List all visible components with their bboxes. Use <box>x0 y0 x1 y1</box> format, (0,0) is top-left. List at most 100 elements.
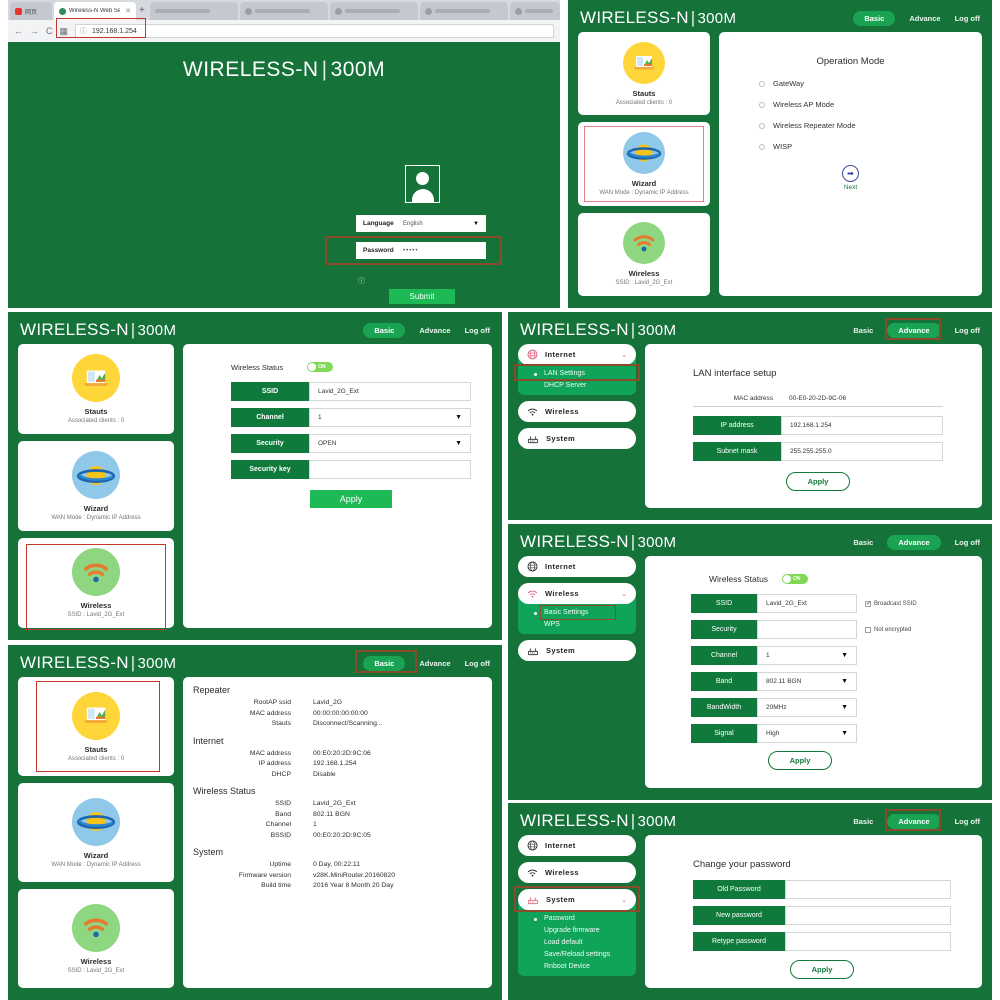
submenu-item-dhcp-server[interactable]: DHCP Server <box>518 379 636 391</box>
wireless-status-toggle[interactable]: ON <box>782 574 808 584</box>
nav-advance[interactable]: Advance <box>909 14 940 23</box>
menu-item-system[interactable]: System ⌄ <box>518 889 636 910</box>
nav-logoff[interactable]: Log off <box>955 817 980 826</box>
menu-item-internet[interactable]: Internet <box>518 835 636 856</box>
nav-advance[interactable]: Advance <box>887 323 940 338</box>
chevron-down-icon[interactable]: ⌄ <box>621 896 627 904</box>
radio-wireless-ap[interactable]: Wireless AP Mode <box>759 100 970 109</box>
back-icon[interactable]: ← <box>14 27 23 36</box>
menu-item-wireless[interactable]: Wireless <box>518 862 636 883</box>
nav-advance[interactable]: Advance <box>419 326 450 335</box>
wireless-status-toggle[interactable]: ON <box>307 362 333 372</box>
security-key-input[interactable] <box>309 460 471 479</box>
tab-inactive[interactable] <box>330 2 418 20</box>
chevron-down-icon[interactable]: ▼ <box>473 221 479 227</box>
next-button[interactable]: ➡ Next <box>731 163 970 191</box>
menu-item-system[interactable]: System <box>518 640 636 661</box>
new-password-input[interactable] <box>785 906 951 925</box>
tab-inactive[interactable] <box>420 2 508 20</box>
language-select[interactable]: Language English ▼ <box>356 215 486 232</box>
signal-select[interactable]: High▼ <box>757 724 857 743</box>
subnet-mask-input[interactable]: 255.255.255.0 <box>781 442 943 461</box>
menu-item-internet[interactable]: Internet <box>518 556 636 577</box>
nav-advance[interactable]: Advance <box>887 814 940 829</box>
nav-basic[interactable]: Basic <box>853 11 895 26</box>
ssid-input[interactable]: Lavid_2G_Ext <box>309 382 471 401</box>
menu-item-wireless[interactable]: Wireless <box>518 401 636 422</box>
submenu-item-password[interactable]: Password <box>518 912 636 924</box>
card-wizard[interactable]: Wizard WAN Mode : Dynamic IP Address <box>578 122 710 205</box>
bandwidth-select[interactable]: 20MHz▼ <box>757 698 857 717</box>
password-input[interactable]: Password ••••• <box>356 242 486 259</box>
card-wizard[interactable]: Wizard WAN Mode : Dynamic IP Address <box>18 783 174 882</box>
submenu-item-save-reload-settings[interactable]: Save/Reload settings <box>518 948 636 960</box>
tab-active[interactable]: Wireless-N Web Server ✕ <box>54 2 136 20</box>
apply-button[interactable]: Apply <box>768 751 832 770</box>
tab-pinned[interactable]: 网页 <box>10 2 52 20</box>
menu-item-wireless[interactable]: Wireless ⌄ <box>518 583 636 604</box>
chevron-down-icon[interactable]: ⌄ <box>621 590 627 598</box>
checkbox-icon[interactable] <box>865 627 871 633</box>
chevron-down-icon[interactable]: ▼ <box>455 440 462 447</box>
tab-inactive[interactable] <box>150 2 238 20</box>
radio-icon[interactable] <box>759 81 765 87</box>
tab-close-icon[interactable]: ✕ <box>125 7 131 15</box>
nav-basic[interactable]: Basic <box>853 538 873 547</box>
chevron-down-icon[interactable]: ▼ <box>841 730 848 737</box>
radio-icon[interactable] <box>759 123 765 129</box>
band-select[interactable]: 802.11 BGN▼ <box>757 672 857 691</box>
radio-icon[interactable] <box>759 102 765 108</box>
card-status[interactable]: Stauts Associated clients : 0 <box>578 32 710 115</box>
reload-icon[interactable]: C <box>46 27 53 36</box>
submenu-item-load-default[interactable]: Load default <box>518 936 636 948</box>
card-status[interactable]: Stauts Associated clients : 0 <box>18 677 174 776</box>
apply-button[interactable]: Apply <box>310 490 392 508</box>
submenu-item-upgrade-firmware[interactable]: Upgrade firmware <box>518 924 636 936</box>
radio-gateway[interactable]: GateWay <box>759 79 970 88</box>
channel-select[interactable]: 1▼ <box>757 646 857 665</box>
submenu-item-wps[interactable]: WPS <box>518 618 636 630</box>
chevron-down-icon[interactable]: ▼ <box>841 652 848 659</box>
apply-button[interactable]: Apply <box>786 472 850 491</box>
arrow-right-icon[interactable]: ➡ <box>842 165 859 182</box>
nav-basic[interactable]: Basic <box>363 656 405 671</box>
nav-logoff[interactable]: Log off <box>955 326 980 335</box>
apps-grid-icon[interactable]: ▦ <box>60 27 69 36</box>
card-status[interactable]: Stauts Associated clients : 0 <box>18 344 174 434</box>
checkbox-icon[interactable] <box>865 601 871 607</box>
nav-logoff[interactable]: Log off <box>955 538 980 547</box>
card-wireless[interactable]: Wireless SSID : Lavid_2G_Ext <box>18 889 174 988</box>
nav-basic[interactable]: Basic <box>853 326 873 335</box>
chevron-down-icon[interactable]: ▼ <box>455 414 462 421</box>
apply-button[interactable]: Apply <box>790 960 854 979</box>
security-select[interactable]: OPEN▼ <box>309 434 471 453</box>
nav-advance[interactable]: Advance <box>419 659 450 668</box>
card-wizard[interactable]: Wizard WAN Mode : Dynamic IP Address <box>18 441 174 531</box>
chevron-down-icon[interactable]: ▼ <box>841 678 848 685</box>
ssid-input[interactable]: Lavid_2G_Ext <box>757 594 857 613</box>
submenu-item-basic-settings[interactable]: Basic Settings <box>518 606 636 618</box>
tab-inactive[interactable] <box>240 2 328 20</box>
nav-advance[interactable]: Advance <box>887 535 940 550</box>
channel-select[interactable]: 1▼ <box>309 408 471 427</box>
nav-logoff[interactable]: Log off <box>465 326 490 335</box>
nav-basic[interactable]: Basic <box>853 817 873 826</box>
chevron-down-icon[interactable]: ▼ <box>841 704 848 711</box>
nav-logoff[interactable]: Log off <box>465 659 490 668</box>
menu-item-system[interactable]: System <box>518 428 636 449</box>
radio-icon[interactable] <box>759 144 765 150</box>
submit-button[interactable]: Submit <box>389 289 455 304</box>
chevron-down-icon[interactable]: ⌄ <box>621 351 627 359</box>
security-input[interactable] <box>757 620 857 639</box>
checkbox-broadcast-ssid[interactable]: Broadcast SSID <box>865 601 917 607</box>
new-tab-button[interactable]: + <box>139 5 145 16</box>
address-bar[interactable]: ⓘ 192.168.1.254 <box>75 24 554 38</box>
radio-wireless-repeater[interactable]: Wireless Repeater Mode <box>759 121 970 130</box>
tab-inactive[interactable] <box>510 2 560 20</box>
ip-address-input[interactable]: 192.168.1.254 <box>781 416 943 435</box>
old-password-input[interactable] <box>785 880 951 899</box>
retype-password-input[interactable] <box>785 932 951 951</box>
menu-item-internet[interactable]: Internet ⌄ <box>518 344 636 365</box>
nav-logoff[interactable]: Log off <box>955 14 980 23</box>
page-info-icon[interactable]: ⓘ <box>80 26 87 36</box>
